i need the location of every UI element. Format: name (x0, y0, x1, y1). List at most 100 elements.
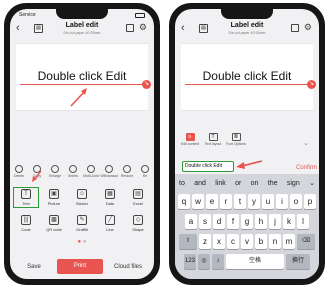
suggestion-word[interactable]: link (215, 180, 226, 187)
phone-notch (221, 9, 273, 19)
label-canvas[interactable]: Double click Edit ↘ (181, 43, 316, 111)
tab-text-layout[interactable]: T Text layout (204, 133, 222, 146)
function-sticker-button[interactable]: ☺ Sticker (71, 189, 93, 206)
suggestion-word[interactable]: to (179, 180, 185, 187)
key-s[interactable]: s (199, 214, 211, 229)
keyboard-row-2: asdfghjkl (177, 214, 317, 229)
redo-icon (123, 165, 131, 173)
key-l[interactable]: l (297, 214, 309, 229)
rotate-icon (141, 165, 149, 173)
globe-icon[interactable]: ◎ (198, 254, 210, 269)
suggestion-word[interactable]: on (251, 180, 259, 187)
gear-icon[interactable]: ⚙ (139, 22, 147, 32)
key-f[interactable]: f (227, 214, 239, 229)
toolbar-item-label: Multi.Joint (83, 174, 99, 178)
toolbar-item-zoom-in[interactable]: Enlarge (47, 165, 63, 178)
picture-icon: ▣ (49, 189, 59, 199)
function-date-button[interactable]: ▦ Date (99, 189, 121, 206)
toolbar-item-redo[interactable]: Restore (119, 165, 135, 178)
function-grid-row-2: ||| Code ▩ QR code ✎ Graffiti ╱ Line ◇ Shape (12, 215, 152, 232)
edit-tabs: ≡ Edit content T Text layout ≣ Font Options (181, 133, 246, 146)
toolbar-item-select[interactable]: Multi.Joint (83, 165, 99, 178)
space-key[interactable]: 空格 (226, 254, 284, 269)
key-t[interactable]: t (234, 194, 246, 209)
key-u[interactable]: u (262, 194, 274, 209)
tab-edit-content[interactable]: ≡ Edit content (181, 133, 199, 146)
key-b[interactable]: b (255, 234, 267, 249)
gear-icon[interactable]: ⚙ (304, 22, 312, 32)
right-screen: ‹ ▤ Label edit Die-cut paper 40*30mm ⚙ D… (175, 9, 319, 279)
text-content-input[interactable]: Double click Edit (182, 161, 234, 172)
key-w[interactable]: w (192, 194, 204, 209)
expand-suggestions-icon[interactable]: ⌄ (309, 179, 315, 187)
confirm-button[interactable]: Confirm (296, 165, 317, 171)
function-label: Graffiti (76, 227, 88, 232)
key-m[interactable]: m (283, 234, 295, 249)
key-y[interactable]: y (248, 194, 260, 209)
key-r[interactable]: r (220, 194, 232, 209)
function-shape-button[interactable]: ◇ Shape (127, 215, 149, 232)
key-p[interactable]: p (304, 194, 316, 209)
text-layout-icon: T (208, 133, 218, 141)
key-v[interactable]: v (241, 234, 253, 249)
toolbar-item-rotate[interactable]: Re (137, 165, 153, 178)
save-icon[interactable] (291, 24, 299, 32)
trash-icon (15, 165, 23, 173)
microphone-icon[interactable]: ♪ (212, 254, 224, 269)
function-excel-button[interactable]: ▤ Excel (127, 189, 149, 206)
save-button[interactable]: Save (14, 264, 54, 270)
key-h[interactable]: h (255, 214, 267, 229)
function-picture-button[interactable]: ▣ Picture (43, 189, 65, 206)
tab-label: Text layout (204, 142, 222, 146)
selection-line (185, 84, 309, 85)
function-line-button[interactable]: ╱ Line (99, 215, 121, 232)
suggestion-word[interactable]: the (268, 180, 278, 187)
toolbar-item-label: Re (142, 174, 148, 178)
suggestion-word[interactable]: sign (287, 180, 300, 187)
page-indicator: ● ● (77, 239, 87, 245)
return-key[interactable]: 换行 (286, 254, 310, 269)
function-label: Text (22, 201, 30, 206)
toolbar-item-trash[interactable]: Delete (11, 165, 27, 178)
key-o[interactable]: o (290, 194, 302, 209)
collapse-chevron-icon[interactable]: ⌄ (303, 139, 309, 147)
delete-key[interactable]: ⌫ (297, 234, 315, 249)
resize-handle-icon[interactable]: ↘ (307, 80, 316, 89)
tab-label: Edit content (180, 142, 200, 146)
key-c[interactable]: c (227, 234, 239, 249)
suggestion-word[interactable]: or (235, 180, 241, 187)
resize-handle-icon[interactable]: ↘ (142, 80, 151, 89)
suggestion-word[interactable]: and (194, 180, 206, 187)
undo-icon (105, 165, 113, 173)
tab-font-options[interactable]: ≣ Font Options (226, 133, 246, 146)
key-q[interactable]: q (178, 194, 190, 209)
suggestion-bar: to and link or on the sign ⌄ (179, 177, 315, 189)
numbers-key[interactable]: 123 (184, 254, 196, 269)
function-graffiti-button[interactable]: ✎ Graffiti (71, 215, 93, 232)
function-label: Code (21, 227, 31, 232)
key-d[interactable]: d (213, 214, 225, 229)
shift-key[interactable]: ⇧ (179, 234, 197, 249)
function-barcode-button[interactable]: ||| Code (15, 215, 37, 232)
key-z[interactable]: z (199, 234, 211, 249)
print-button[interactable]: Print (57, 259, 103, 274)
key-g[interactable]: g (241, 214, 253, 229)
function-qr-code-button[interactable]: ▩ QR code (43, 215, 65, 232)
key-a[interactable]: a (185, 214, 197, 229)
toolbar-item-zoom-out[interactable]: Shrink (65, 165, 81, 178)
key-e[interactable]: e (206, 194, 218, 209)
label-canvas[interactable]: Double click Edit ↘ (16, 43, 151, 111)
save-icon[interactable] (126, 24, 134, 32)
cloud-files-button[interactable]: Cloud files (106, 264, 150, 270)
key-j[interactable]: j (269, 214, 281, 229)
key-i[interactable]: i (276, 194, 288, 209)
key-n[interactable]: n (269, 234, 281, 249)
function-text-button[interactable]: T Text (13, 187, 39, 208)
zoom-out-icon (69, 165, 77, 173)
key-x[interactable]: x (213, 234, 225, 249)
label-text-element[interactable]: Double click Edit (181, 69, 313, 83)
label-text-element[interactable]: Double click Edit (16, 69, 148, 83)
key-k[interactable]: k (283, 214, 295, 229)
toolbar-item-undo[interactable]: Withdrawal (100, 165, 118, 178)
toolbar-item-label: Enlarge (48, 174, 62, 178)
